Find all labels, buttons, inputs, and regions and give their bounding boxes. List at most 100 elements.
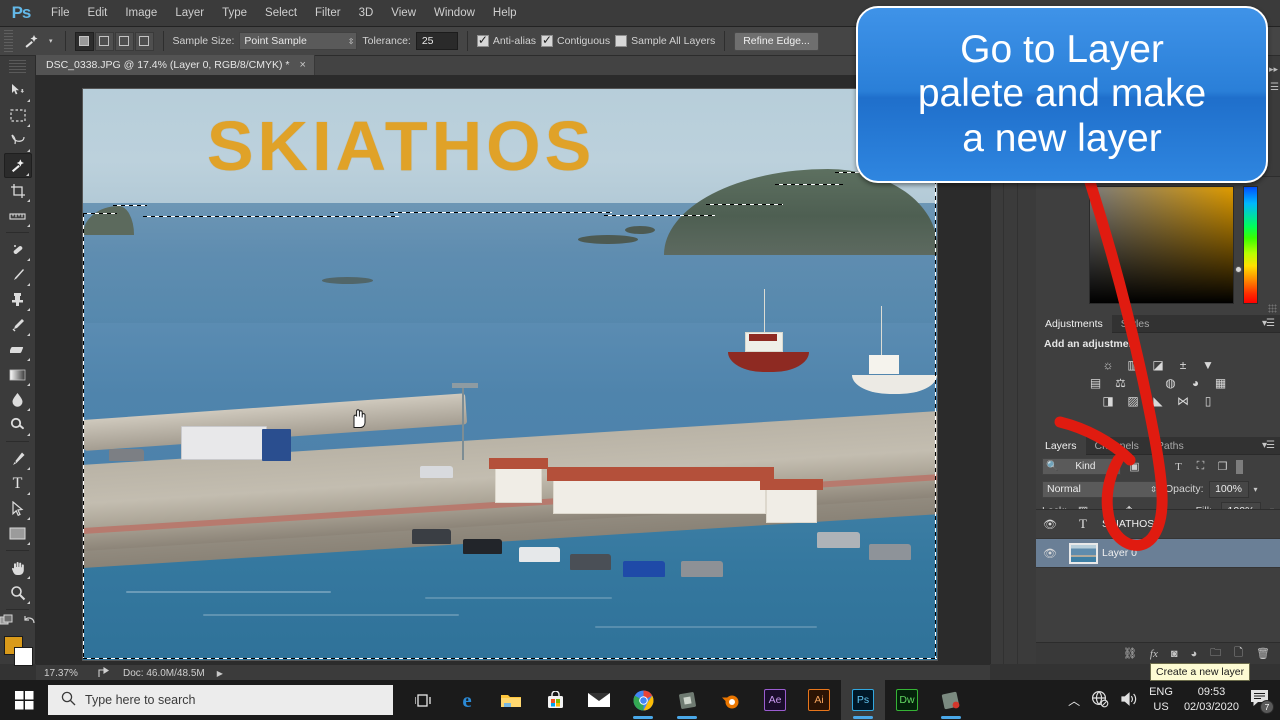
volume-icon[interactable] [1120,691,1138,710]
channel-mixer-icon[interactable]: ◕ [1188,375,1203,390]
filter-type-icon[interactable]: T [1170,458,1187,475]
menu-3d[interactable]: 3D [350,2,383,24]
mail-icon[interactable] [577,680,621,720]
tab-styles[interactable]: Styles [1112,315,1159,333]
gradient-map-icon[interactable]: ⋈ [1176,393,1191,408]
filter-shape-icon[interactable]: ⛶ [1192,458,1209,475]
app-icon[interactable] [665,680,709,720]
table-row[interactable]: 👁 T SKIATHOS [1036,510,1280,539]
hue-strip[interactable] [1243,186,1258,304]
type-tool[interactable]: T [4,471,32,496]
layer-style-fx-icon[interactable]: fx [1150,648,1158,660]
tab-paths[interactable]: Paths [1148,437,1193,455]
zoom-level[interactable]: 17.37% [44,668,86,679]
hand-tool[interactable] [4,555,32,580]
blend-mode-select[interactable]: Normal ⇳ [1042,480,1160,498]
menu-type[interactable]: Type [213,2,256,24]
task-view-icon[interactable] [401,680,445,720]
photo-filter-icon[interactable]: ◍ [1163,375,1178,390]
new-adjustment-layer-icon[interactable]: ◕ [1191,648,1198,660]
options-bar-grip[interactable] [4,30,13,52]
filter-pixel-icon[interactable]: ▣ [1126,458,1143,475]
new-group-icon[interactable]: 🗀 [1210,644,1221,663]
search-input[interactable]: Type here to search [48,685,393,715]
blender-icon[interactable] [709,680,753,720]
refine-edge-button[interactable]: Refine Edge... [734,31,819,51]
link-layers-icon[interactable]: ⛓ [1123,647,1137,660]
file-explorer-icon[interactable] [489,680,533,720]
menu-filter[interactable]: Filter [306,2,350,24]
canvas-area[interactable]: SKIATHOS [36,76,990,664]
clone-stamp-tool[interactable] [4,287,32,312]
pen-tool[interactable] [4,446,32,471]
hue-slider-handle[interactable] [1235,266,1242,273]
app2-icon[interactable] [929,680,973,720]
contiguous-checkbox[interactable]: Contiguous [541,33,610,47]
delete-layer-icon[interactable]: 🗑 [1256,647,1270,660]
invert-icon[interactable]: ◨ [1101,393,1116,408]
layer-mask-icon[interactable]: ◙ [1171,648,1178,660]
layer-visibility-eye-icon[interactable]: 👁 [1036,518,1064,531]
menu-image[interactable]: Image [116,2,166,24]
gradient-tool[interactable] [4,362,32,387]
clock[interactable]: 09:53 02/03/2020 [1184,685,1239,715]
dreamweaver-icon[interactable]: Dw [885,680,929,720]
edge-icon[interactable]: e [445,680,489,720]
menu-edit[interactable]: Edit [79,2,117,24]
vibrance-icon[interactable]: ▼ [1201,357,1216,372]
magic-wand-tool[interactable] [3,153,32,178]
filter-smart-object-icon[interactable]: ❐ [1214,458,1231,475]
color-field[interactable] [1089,186,1234,304]
tolerance-input[interactable]: 25 [415,32,458,50]
photoshop-icon[interactable]: Ps [841,680,885,720]
tray-chevron-up-icon[interactable]: ︿ [1068,692,1080,709]
table-row[interactable]: 👁 Layer 0 [1036,539,1280,568]
history-brush-tool[interactable] [4,312,32,337]
filter-toggle-switch[interactable] [1236,459,1243,474]
opacity-chevron-down-icon[interactable]: ▾ [1254,485,1258,494]
illustrator-icon[interactable]: Ai [797,680,841,720]
menu-window[interactable]: Window [425,2,484,24]
tab-layers[interactable]: Layers [1036,436,1086,455]
magic-wand-icon[interactable] [18,30,44,52]
filter-kind-select[interactable]: 🔍 Kind ⇳ [1042,458,1121,475]
path-selection-tool[interactable] [4,496,32,521]
panel-menu-icon[interactable]: ▾☰ [1262,440,1275,451]
layer-visibility-eye-icon[interactable]: 👁 [1036,547,1064,560]
resize-grip[interactable] [1268,304,1277,313]
intersect-selection-button[interactable] [134,31,154,51]
layer-name[interactable]: SKIATHOS [1102,518,1154,530]
threshold-icon[interactable]: ◣ [1151,393,1166,408]
new-layer-icon[interactable]: 🗋 [1234,644,1243,663]
blur-tool[interactable] [4,387,32,412]
filter-adjustment-icon[interactable]: ◐ [1148,458,1165,475]
color-balance-icon[interactable]: ⚖ [1113,375,1128,390]
panel-menu-icon[interactable]: ▾☰ [1262,318,1275,329]
close-icon[interactable]: × [300,59,306,71]
toolbox-grip[interactable] [9,60,26,74]
crop-tool[interactable] [4,178,32,203]
ruler-tool[interactable] [4,203,32,228]
layer-name[interactable]: Layer 0 [1102,547,1137,559]
selective-color-icon[interactable]: ▯ [1201,393,1216,408]
action-center-icon[interactable]: 7 [1250,689,1274,714]
subtract-from-selection-button[interactable] [114,31,134,51]
document-canvas[interactable]: SKIATHOS [82,88,938,661]
edit-in-quick-mask-icon[interactable] [0,614,14,630]
brightness-contrast-icon[interactable]: ☼ [1101,357,1116,372]
dodge-tool[interactable] [4,412,32,437]
document-tab[interactable]: DSC_0338.JPG @ 17.4% (Layer 0, RGB/8/CMY… [36,55,315,75]
curves-icon[interactable]: ◪ [1151,357,1166,372]
screen-mode-icon[interactable] [21,614,36,630]
microsoft-store-icon[interactable] [533,680,577,720]
menu-select[interactable]: Select [256,2,306,24]
color-lookup-icon[interactable]: ▦ [1213,375,1228,390]
posterize-icon[interactable]: ▨ [1126,393,1141,408]
levels-icon[interactable]: ▥ [1126,357,1141,372]
spot-healing-brush-tool[interactable] [4,237,32,262]
menu-view[interactable]: View [382,2,425,24]
start-button[interactable] [0,680,48,720]
add-to-selection-button[interactable] [94,31,114,51]
lasso-tool[interactable] [4,128,32,153]
zoom-tool[interactable] [4,580,32,605]
